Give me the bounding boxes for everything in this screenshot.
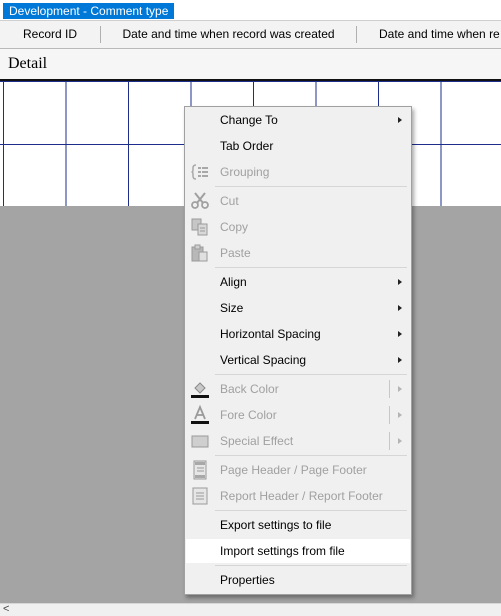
report-header-icon xyxy=(192,487,208,505)
menu-item-label: Copy xyxy=(220,220,249,234)
menu-item-page-header-footer[interactable]: Page Header / Page Footer xyxy=(186,458,410,482)
menu-item-copy[interactable]: Copy xyxy=(186,215,410,239)
menu-item-label: Horizontal Spacing xyxy=(220,327,321,341)
menu-item-fore-color[interactable]: Fore Color xyxy=(186,403,410,427)
menu-item-export-settings[interactable]: Export settings to file xyxy=(186,513,410,537)
detail-section-label: Detail xyxy=(8,55,48,72)
menu-item-label: Special Effect xyxy=(220,434,294,448)
column-header-row: Record ID Date and time when record was … xyxy=(0,20,501,49)
page-header-icon xyxy=(193,460,207,480)
split-divider xyxy=(389,432,390,450)
menu-item-properties[interactable]: Properties xyxy=(186,568,410,592)
submenu-arrow-icon xyxy=(398,117,402,123)
menu-item-vertical-spacing[interactable]: Vertical Spacing xyxy=(186,348,410,372)
scissors-icon xyxy=(191,192,209,209)
grouping-icon xyxy=(191,164,208,180)
context-menu: Change To Tab Order Grouping Cut Copy Pa… xyxy=(184,106,412,595)
scroll-left-icon[interactable]: < xyxy=(3,603,9,615)
font-color-icon xyxy=(191,405,209,424)
detail-section-bar[interactable]: Detail xyxy=(0,49,501,81)
clipboard-icon xyxy=(191,244,208,262)
copy-icon xyxy=(191,218,208,236)
menu-separator xyxy=(215,455,407,456)
menu-item-paste[interactable]: Paste xyxy=(186,241,410,265)
submenu-arrow-icon xyxy=(398,412,402,418)
menu-item-back-color[interactable]: Back Color xyxy=(186,377,410,401)
column-header-record-id[interactable]: Record ID xyxy=(0,21,100,48)
document-tab[interactable]: Development - Comment type xyxy=(3,3,175,19)
menu-separator xyxy=(215,565,407,566)
menu-item-grouping[interactable]: Grouping xyxy=(186,160,410,184)
submenu-arrow-icon xyxy=(398,357,402,363)
menu-item-cut[interactable]: Cut xyxy=(186,189,410,213)
menu-item-label: Grouping xyxy=(220,165,270,179)
menu-item-label: Page Header / Page Footer xyxy=(220,463,367,477)
menu-item-label: Align xyxy=(220,275,247,289)
menu-item-align[interactable]: Align xyxy=(186,270,410,294)
menu-item-label: Tab Order xyxy=(220,139,274,153)
submenu-arrow-icon xyxy=(398,279,402,285)
submenu-arrow-icon xyxy=(398,386,402,392)
menu-item-label: Size xyxy=(220,301,244,315)
menu-item-size[interactable]: Size xyxy=(186,296,410,320)
menu-item-change-to[interactable]: Change To xyxy=(186,108,410,132)
menu-item-special-effect[interactable]: Special Effect xyxy=(186,429,410,453)
menu-item-label: Report Header / Report Footer xyxy=(220,489,383,503)
menu-item-label: Paste xyxy=(220,246,251,260)
menu-separator xyxy=(215,267,407,268)
menu-item-label: Back Color xyxy=(220,382,279,396)
menu-item-tab-order[interactable]: Tab Order xyxy=(186,134,410,158)
menu-item-label: Cut xyxy=(220,194,239,208)
menu-item-label: Export settings to file xyxy=(220,518,332,532)
submenu-arrow-icon xyxy=(398,331,402,337)
column-header-created[interactable]: Date and time when record was created xyxy=(101,21,356,48)
menu-item-label: Vertical Spacing xyxy=(220,353,307,367)
menu-separator xyxy=(215,374,407,375)
menu-item-report-header-footer[interactable]: Report Header / Report Footer xyxy=(186,484,410,508)
menu-item-horizontal-spacing[interactable]: Horizontal Spacing xyxy=(186,322,410,346)
menu-item-label: Change To xyxy=(220,113,278,127)
menu-item-import-settings[interactable]: Import settings from file xyxy=(186,539,410,563)
submenu-arrow-icon xyxy=(398,438,402,444)
split-divider xyxy=(389,406,390,424)
column-header-modified[interactable]: Date and time when re xyxy=(357,21,501,48)
menu-item-label: Properties xyxy=(220,573,275,587)
menu-item-label: Fore Color xyxy=(220,408,277,422)
split-divider xyxy=(389,380,390,398)
menu-separator xyxy=(215,186,407,187)
horizontal-scrollbar[interactable]: < xyxy=(0,603,501,616)
menu-item-label: Import settings from file xyxy=(220,544,345,558)
submenu-arrow-icon xyxy=(398,305,402,311)
special-effect-icon xyxy=(191,435,209,448)
menu-separator xyxy=(215,510,407,511)
paint-bucket-icon xyxy=(191,382,209,398)
